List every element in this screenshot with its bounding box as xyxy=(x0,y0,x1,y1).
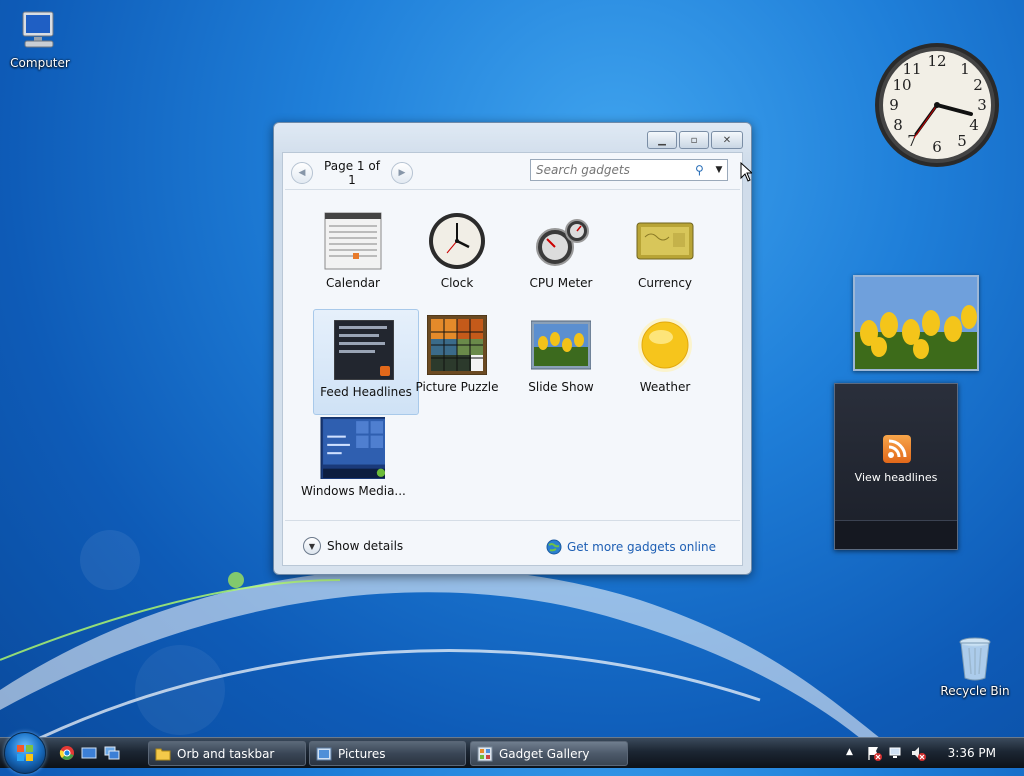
network-icon[interactable] xyxy=(888,745,904,761)
gadget-label: Clock xyxy=(440,276,474,290)
gadget-tile-weather[interactable]: Weather xyxy=(613,303,717,407)
svg-text:8: 8 xyxy=(893,116,903,134)
slide-show-icon xyxy=(531,320,591,370)
gadget-tile-windows-media-center[interactable]: Windows Media... xyxy=(301,407,405,511)
gadget-tile-slide-show[interactable]: Slide Show xyxy=(509,303,613,407)
get-more-gadgets-label: Get more gadgets online xyxy=(566,540,716,554)
gadget-label: Slide Show xyxy=(528,380,594,394)
page-label: Page 1 of 1 xyxy=(324,159,380,187)
gadget-gallery-icon xyxy=(477,746,493,761)
get-more-gadgets-link[interactable]: Get more gadgets online xyxy=(546,539,716,555)
taskbar-button-pictures[interactable]: Pictures xyxy=(309,741,466,766)
gadget-label: Feed Headlines xyxy=(320,385,412,399)
search-box: ⚲ ▼ xyxy=(530,159,728,181)
show-desktop-icon[interactable] xyxy=(81,745,97,761)
gadget-label: Currency xyxy=(637,276,693,290)
cpu-meter-icon xyxy=(536,219,589,266)
search-dropdown-button[interactable]: ▼ xyxy=(711,165,727,175)
clock-icon xyxy=(429,213,485,269)
view-headlines-text: View headlines xyxy=(854,471,938,484)
svg-text:9: 9 xyxy=(889,96,899,114)
computer-icon xyxy=(22,11,54,48)
calendar-icon xyxy=(324,212,382,270)
feed-headlines-gadget[interactable]: View headlines xyxy=(834,383,958,550)
window-controls: ▁ ▫ ✕ xyxy=(647,131,743,149)
gadget-gallery-window: ▁ ▫ ✕ ◀ Page 1 of 1 ▶ ⚲ ▼ xyxy=(273,122,752,575)
feed-headlines-icon xyxy=(334,320,394,380)
desktop-icon-label: Computer xyxy=(10,56,70,70)
clock-time[interactable]: 3:36 PM xyxy=(948,746,996,760)
gadget-tile-picture-puzzle[interactable]: Picture Puzzle xyxy=(405,303,509,407)
taskbar-button-label: Gadget Gallery xyxy=(499,746,590,761)
show-hidden-icons-icon[interactable]: ▲ xyxy=(846,747,853,757)
pager: ◀ Page 1 of 1 ▶ xyxy=(291,159,413,187)
taskbar-button-label: Orb and taskbar xyxy=(177,746,275,761)
rss-icon xyxy=(883,435,911,463)
taskbar: Orb and taskbar Pictures Gadget Gallery … xyxy=(0,732,1024,774)
gadget-tile-calendar[interactable]: Calendar xyxy=(301,199,405,303)
minimize-icon: ▁ xyxy=(658,134,666,146)
desktop-icon-label: Recycle Bin xyxy=(940,684,1010,698)
maximize-icon: ▫ xyxy=(690,134,698,146)
svg-text:1: 1 xyxy=(960,60,970,78)
windows-media-center-icon xyxy=(320,417,385,479)
feed-gadget-footer xyxy=(835,520,957,549)
gadget-label: Calendar xyxy=(326,276,380,290)
svg-text:3: 3 xyxy=(977,96,987,114)
globe-icon xyxy=(546,539,562,555)
windows-logo-icon xyxy=(17,745,33,761)
taskbar-button-label: Pictures xyxy=(338,746,386,761)
chevron-left-icon: ◀ xyxy=(298,168,306,178)
pictures-folder-icon xyxy=(316,747,332,760)
divider xyxy=(285,520,740,521)
gadget-label: Weather xyxy=(639,380,691,394)
volume-muted-icon[interactable] xyxy=(910,745,926,761)
chrome-icon[interactable] xyxy=(59,745,75,761)
close-icon: ✕ xyxy=(722,134,732,146)
gadget-label: Picture Puzzle xyxy=(415,380,499,394)
search-input[interactable] xyxy=(531,163,695,177)
gadget-tile-feed-headlines[interactable]: Feed Headlines xyxy=(313,309,419,415)
divider xyxy=(285,189,740,190)
desktop-icon-computer[interactable]: Computer xyxy=(0,10,80,70)
mouse-cursor-icon xyxy=(740,162,752,182)
system-tray: ▲ 3:36 PM xyxy=(842,738,1024,768)
gallery-content: ◀ Page 1 of 1 ▶ ⚲ ▼ xyxy=(282,152,743,566)
svg-text:5: 5 xyxy=(957,132,967,150)
clock-gadget[interactable]: 12 12 345 678 91011 xyxy=(874,42,1000,168)
gadget-label: CPU Meter xyxy=(529,276,593,290)
svg-text:4: 4 xyxy=(969,116,979,134)
show-details-label: Show details xyxy=(327,539,404,553)
svg-text:11: 11 xyxy=(902,60,921,78)
desktop-icon-recycle-bin[interactable]: Recycle Bin xyxy=(935,636,1015,698)
svg-text:2: 2 xyxy=(973,76,983,94)
currency-icon xyxy=(636,222,694,260)
taskbar-button-gadget-gallery[interactable]: Gadget Gallery xyxy=(470,741,628,766)
previous-page-button[interactable]: ◀ xyxy=(291,162,313,184)
gadget-label: Windows Media... xyxy=(301,484,405,498)
switch-windows-icon[interactable] xyxy=(104,745,120,761)
picture-puzzle-icon xyxy=(427,315,487,375)
taskbar-button-orb-and-taskbar[interactable]: Orb and taskbar xyxy=(148,741,306,766)
recycle-bin-icon xyxy=(959,637,991,681)
chevron-right-icon: ▶ xyxy=(398,168,406,178)
close-button[interactable]: ✕ xyxy=(711,131,743,149)
weather-icon xyxy=(638,318,692,372)
show-details-button[interactable]: ▼ Show details xyxy=(303,537,403,555)
slide-show-gadget[interactable] xyxy=(853,275,979,371)
action-center-icon[interactable] xyxy=(866,745,882,761)
maximize-button[interactable]: ▫ xyxy=(679,131,709,149)
folder-icon xyxy=(155,748,171,760)
search-icon[interactable]: ⚲ xyxy=(695,163,711,177)
chevron-down-icon: ▼ xyxy=(303,537,321,555)
svg-text:12: 12 xyxy=(927,52,946,70)
gadget-tile-clock[interactable]: Clock xyxy=(405,199,509,303)
svg-text:6: 6 xyxy=(932,138,942,156)
minimize-button[interactable]: ▁ xyxy=(647,131,677,149)
svg-text:10: 10 xyxy=(892,76,911,94)
gadget-tile-cpu-meter[interactable]: CPU Meter xyxy=(509,199,613,303)
next-page-button[interactable]: ▶ xyxy=(391,162,413,184)
gadget-tile-currency[interactable]: Currency xyxy=(613,199,717,303)
